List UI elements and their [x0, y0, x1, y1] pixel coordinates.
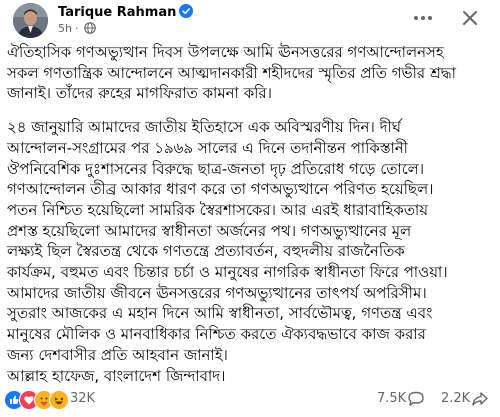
post-body: ঐতিহাসিক গণঅভ্যুত্থান দিবস উপলক্ষে আমি ঊ… — [7, 43, 497, 387]
reaction-count[interactable]: 32K — [70, 391, 95, 407]
post-meta: 5h · — [58, 22, 97, 38]
post-paragraph-1: ঐতিহাসিক গণঅভ্যুত্থান দিবস উপলক্ষে আমি ঊ… — [7, 44, 457, 103]
share-count[interactable]: 2.2K — [441, 391, 470, 407]
post-footer: 32K 7.5K 2.2K — [0, 383, 500, 417]
post-header: Tarique Rahman 5h · — [0, 0, 500, 40]
verified-badge-icon — [179, 4, 194, 23]
close-icon[interactable] — [458, 6, 482, 30]
share-icon[interactable] — [471, 391, 489, 407]
comment-count[interactable]: 7.5K — [377, 391, 406, 407]
author-name-row: Tarique Rahman — [58, 4, 194, 23]
globe-icon — [84, 22, 97, 38]
post-time[interactable]: 5h — [58, 22, 72, 35]
more-options-icon[interactable] — [411, 6, 435, 30]
author-name[interactable]: Tarique Rahman — [58, 5, 176, 20]
comment-icon[interactable] — [407, 391, 425, 407]
facebook-post: Tarique Rahman 5h · ঐতিহাসিক গণঅভ্যুত্থান… — [0, 0, 500, 417]
avatar[interactable] — [13, 3, 48, 38]
haha-reaction-icon — [49, 390, 69, 410]
post-paragraph-2: ২৪ জানুয়ারি আমাদের জাতীয় ইতিহাসে এক অব… — [7, 119, 448, 385]
avatar-photo-icon — [13, 3, 48, 38]
